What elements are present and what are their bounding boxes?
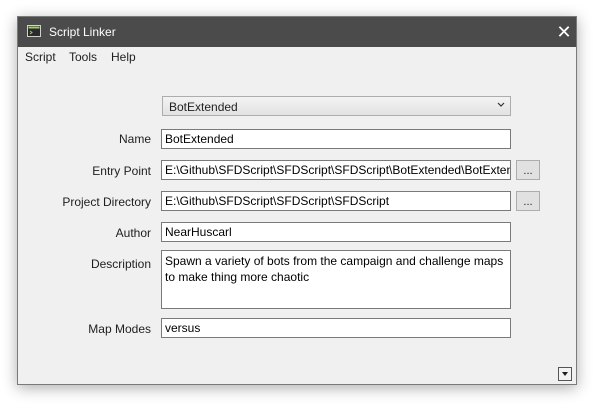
map-modes-label: Map Modes (88, 322, 151, 336)
scroll-down-button[interactable] (558, 367, 572, 381)
menu-help[interactable]: Help (111, 50, 136, 64)
menu-script[interactable]: Script (25, 50, 56, 64)
entry-point-field[interactable]: E:\Github\SFDScript\SFDScript\SFDScript\… (161, 160, 511, 180)
entry-point-browse-button[interactable]: ... (516, 160, 540, 180)
title-bar[interactable]: Script Linker ✕ (18, 17, 576, 47)
terminal-icon (27, 25, 41, 37)
script-linker-window: Script Linker ✕ Script Tools Help BotExt… (17, 16, 577, 385)
author-label: Author (115, 226, 151, 240)
script-select-value: BotExtended (169, 100, 238, 114)
description-textarea[interactable]: Spawn a variety of bots from the campaig… (161, 250, 511, 309)
map-modes-field[interactable]: versus (161, 318, 511, 338)
description-label: Description (90, 257, 151, 271)
project-directory-label: Project Directory (62, 195, 151, 209)
name-label: Name (118, 132, 151, 146)
close-icon: ✕ (556, 22, 572, 42)
project-directory-browse-button[interactable]: ... (516, 191, 540, 211)
script-select[interactable]: BotExtended (162, 96, 511, 116)
entry-point-label: Entry Point (92, 164, 151, 178)
author-field[interactable]: NearHuscarl (161, 222, 511, 242)
close-button[interactable]: ✕ (552, 19, 576, 45)
menu-tools[interactable]: Tools (69, 50, 97, 64)
window-title: Script Linker (49, 25, 116, 39)
arrow-down-icon (562, 372, 568, 376)
name-field[interactable]: BotExtended (161, 129, 511, 149)
project-directory-field[interactable]: E:\Github\SFDScript\SFDScript\SFDScript (161, 191, 511, 211)
form-panel: BotExtended Name BotExtended Entry Point… (18, 67, 576, 384)
chevron-down-icon (497, 102, 505, 107)
menu-bar: Script Tools Help (18, 47, 576, 67)
